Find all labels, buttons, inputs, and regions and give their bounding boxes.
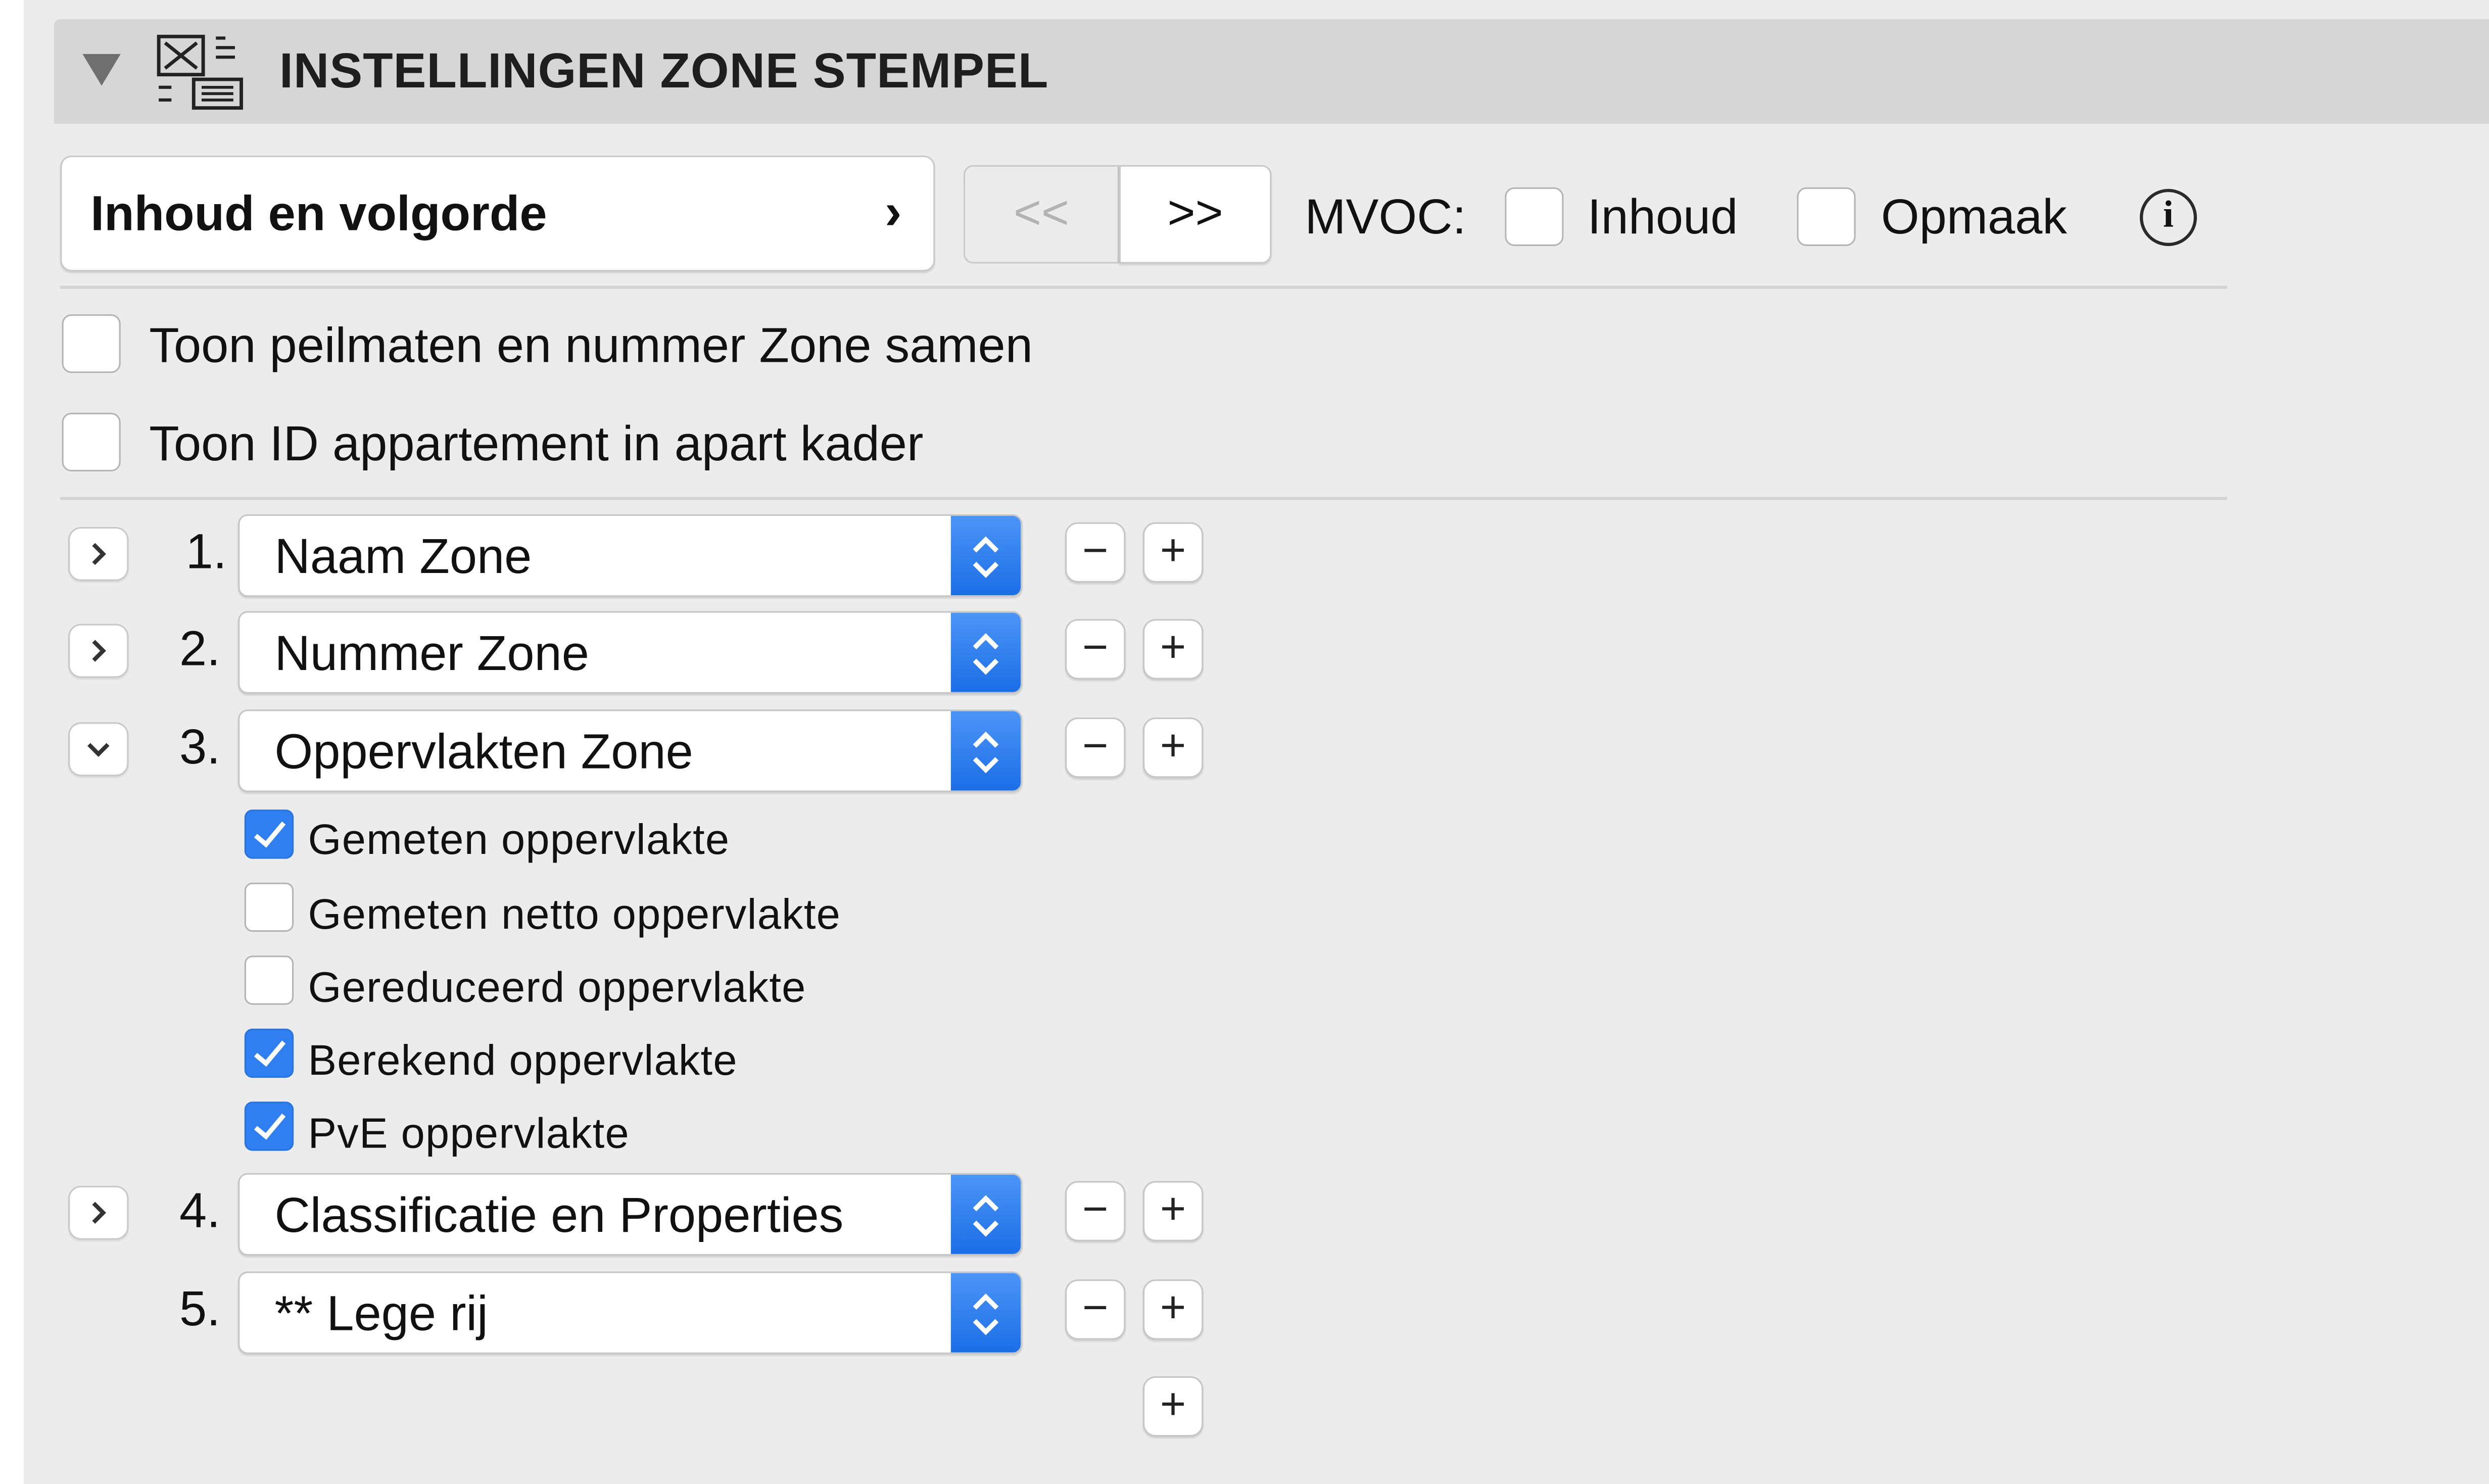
- row-4-select[interactable]: Classificatie en Properties: [238, 1173, 1023, 1256]
- calculated-area-checkbox[interactable]: [244, 1028, 294, 1078]
- row-3-number: 3.: [179, 719, 221, 775]
- content-order-button[interactable]: Inhoud en volgorde ›: [60, 155, 935, 272]
- row-2-remove-button[interactable]: −: [1065, 619, 1126, 680]
- add-row-button[interactable]: +: [1142, 1376, 1204, 1437]
- mvoc-inhoud-checkbox[interactable]: [1505, 187, 1564, 246]
- row-2-disclosure[interactable]: [68, 624, 129, 678]
- row-1-disclosure[interactable]: [68, 527, 129, 581]
- select-arrows-icon: [950, 1273, 1021, 1353]
- mvoc-label: MVOC:: [1305, 188, 1466, 245]
- row-3-add-button[interactable]: +: [1142, 717, 1204, 778]
- row-3-select[interactable]: Oppervlakten Zone: [238, 709, 1023, 792]
- settings-stage: INSTELLINGEN ZONE STEMPEL Inhoud en volg…: [0, 0, 2489, 1484]
- divider: [60, 285, 2227, 289]
- row-4-add-button[interactable]: +: [1142, 1181, 1204, 1241]
- row-2-add-button[interactable]: +: [1142, 619, 1204, 680]
- row-4-value: Classificatie en Properties: [274, 1187, 844, 1243]
- pve-area-label: PvE oppervlakte: [308, 1109, 630, 1158]
- row-2-number: 2.: [179, 620, 221, 677]
- row-2-select[interactable]: Nummer Zone: [238, 611, 1023, 694]
- reduced-area-label: Gereduceerd oppervlakte: [308, 963, 806, 1012]
- select-arrows-icon: [950, 1174, 1021, 1254]
- reduced-area-checkbox[interactable]: [244, 955, 294, 1005]
- select-arrows-icon: [950, 516, 1021, 596]
- row-5-select[interactable]: ** Lege rij: [238, 1271, 1023, 1354]
- info-icon[interactable]: i: [2139, 188, 2197, 246]
- row-5-remove-button[interactable]: −: [1065, 1279, 1126, 1340]
- row-4-remove-button[interactable]: −: [1065, 1181, 1126, 1241]
- row-5-number: 5.: [179, 1281, 221, 1337]
- show-levels-checkbox[interactable]: [62, 314, 121, 373]
- chevron-right-icon: [92, 1202, 106, 1224]
- row-3-remove-button[interactable]: −: [1065, 717, 1126, 778]
- row-5-value: ** Lege rij: [274, 1285, 488, 1342]
- chevron-down-icon: [87, 743, 110, 757]
- row-1-value: Naam Zone: [274, 529, 532, 585]
- measured-net-area-checkbox[interactable]: [244, 882, 294, 932]
- section-title: INSTELLINGEN ZONE STEMPEL: [279, 42, 1049, 99]
- measured-area-label: Gemeten oppervlakte: [308, 816, 730, 864]
- chevron-right-icon: ›: [884, 182, 902, 240]
- row-3-disclosure[interactable]: [68, 722, 129, 777]
- select-arrows-icon: [950, 612, 1021, 692]
- pve-area-checkbox[interactable]: [244, 1102, 294, 1151]
- row-1-remove-button[interactable]: −: [1065, 522, 1126, 583]
- row-4-disclosure[interactable]: [68, 1185, 129, 1240]
- row-4-number: 4.: [179, 1182, 221, 1238]
- measured-net-area-label: Gemeten netto oppervlakte: [308, 890, 841, 938]
- row-1-select[interactable]: Naam Zone: [238, 514, 1023, 597]
- show-apartment-id-label: Toon ID appartement in apart kader: [149, 416, 924, 472]
- row-5-add-button[interactable]: +: [1142, 1279, 1204, 1340]
- calculated-area-label: Berekend oppervlakte: [308, 1036, 738, 1084]
- chevron-right-icon: [92, 543, 106, 565]
- row-1-add-button[interactable]: +: [1142, 522, 1204, 583]
- content-order-label: Inhoud en volgorde: [90, 185, 547, 242]
- row-3-value: Oppervlakten Zone: [274, 724, 693, 780]
- mvoc-opmaak-label: Opmaak: [1881, 188, 2067, 245]
- show-apartment-id-checkbox[interactable]: [62, 412, 121, 472]
- mvoc-inhoud-label: Inhoud: [1587, 188, 1738, 245]
- mvoc-opmaak-checkbox[interactable]: [1797, 187, 1856, 246]
- chevron-right-icon: [92, 640, 106, 662]
- collapse-triangle-icon[interactable]: [82, 54, 121, 86]
- measured-area-checkbox[interactable]: [244, 809, 294, 859]
- next-button[interactable]: >>: [1119, 165, 1272, 264]
- previous-button[interactable]: <<: [963, 165, 1119, 264]
- row-2-value: Nummer Zone: [274, 625, 589, 681]
- show-levels-label: Toon peilmaten en nummer Zone samen: [149, 317, 1033, 373]
- row-1-number: 1.: [185, 523, 227, 580]
- zone-stamp-icon: [157, 34, 243, 110]
- divider: [60, 497, 2227, 500]
- select-arrows-icon: [950, 711, 1021, 791]
